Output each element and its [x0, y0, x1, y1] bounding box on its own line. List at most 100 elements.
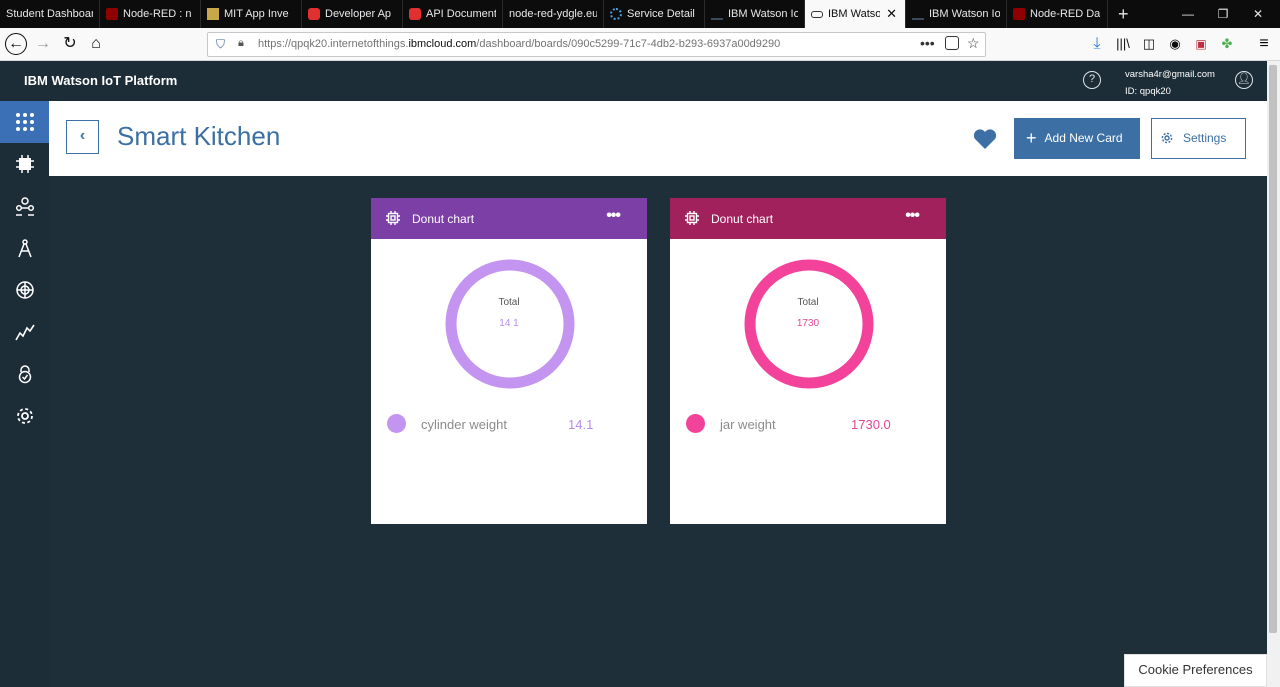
- help-icon[interactable]: ?: [1083, 71, 1101, 89]
- minimize-button[interactable]: —: [1171, 0, 1205, 28]
- page-title: Smart Kitchen: [117, 121, 281, 151]
- settings-label: Settings: [1183, 131, 1227, 145]
- browser-tab[interactable]: Node-RED Da: [1007, 0, 1108, 28]
- device-chip-icon: [685, 211, 699, 225]
- browser-tab[interactable]: Developer Ap: [302, 0, 403, 28]
- donut-card: Donut chart ••• Total 14 1 cylinder weig…: [371, 198, 647, 524]
- tab-label: Student Dashboard: [6, 8, 93, 20]
- tab-label: IBM Watson: [828, 8, 880, 20]
- url-domain: ibmcloud.com: [408, 38, 477, 50]
- bookmark-star-icon[interactable]: ☆: [967, 35, 980, 52]
- device-chip-icon: [386, 211, 400, 225]
- browser-tab[interactable]: API Document: [403, 0, 503, 28]
- browser-tab[interactable]: MIT App Inve: [201, 0, 302, 28]
- cookie-preferences-button[interactable]: Cookie Preferences: [1124, 654, 1267, 687]
- sidebar-item-apps[interactable]: [0, 227, 49, 269]
- loading-icon: [610, 8, 622, 20]
- card-title: Donut chart: [711, 212, 774, 226]
- card-header: Donut chart •••: [670, 198, 946, 239]
- card-title: Donut chart: [412, 212, 475, 226]
- api-icon: [409, 8, 421, 20]
- close-tab-icon[interactable]: ✕: [886, 6, 897, 22]
- apps-grid-icon: [15, 113, 34, 131]
- library-icon[interactable]: |||\: [1112, 34, 1134, 54]
- legend-value: 1730.0: [851, 417, 891, 432]
- add-new-card-label: Add New Card: [1044, 131, 1123, 145]
- url-prefix: https://qpqk20.internetofthings.: [258, 38, 409, 50]
- tab-label: IBM Watson Io: [929, 8, 1000, 20]
- user-avatar-icon[interactable]: 👤︎: [1235, 71, 1253, 89]
- sidebar-item-settings[interactable]: [0, 395, 49, 437]
- url-bar[interactable]: ⛉ 🔒︎ https://qpqk20.internetofthings.ibm…: [207, 32, 986, 57]
- plus-icon: +: [1026, 128, 1037, 148]
- sidebar-item-members[interactable]: [0, 185, 49, 227]
- sidebar-toggle-icon[interactable]: ◫: [1138, 34, 1160, 54]
- donut-total-label: Total: [797, 297, 819, 308]
- pocket-icon[interactable]: [945, 36, 959, 50]
- back-button[interactable]: ‹: [66, 120, 99, 154]
- sidebar: [0, 101, 49, 687]
- browser-tab[interactable]: Student Dashboard: [0, 0, 100, 28]
- downloads-icon[interactable]: ⤓: [1086, 34, 1108, 54]
- settings-gear-icon: [16, 408, 33, 424]
- reload-icon[interactable]: ↻: [59, 34, 81, 54]
- app-header: IBM Watson IoT Platform ? varsha4r@gmail…: [0, 61, 1267, 101]
- tab-label: Node-RED Da: [1030, 8, 1101, 20]
- menu-hamburger-icon[interactable]: ≡: [1253, 34, 1275, 54]
- app-title: IBM Watson IoT Platform: [24, 73, 178, 88]
- legend-swatch: [387, 414, 406, 433]
- sidebar-item-devices[interactable]: [0, 143, 49, 185]
- tab-label: Developer Ap: [325, 8, 392, 20]
- page-actions-icon[interactable]: •••: [920, 35, 935, 51]
- legend-swatch: [686, 414, 705, 433]
- extension-icon[interactable]: ▣: [1190, 34, 1212, 54]
- browser-tab[interactable]: Service Detail: [604, 0, 705, 28]
- extension-frog-icon[interactable]: ✤: [1216, 34, 1238, 54]
- user-id: ID: qpqk20: [1125, 86, 1171, 97]
- members-icon: [15, 197, 34, 216]
- browser-tab[interactable]: Node-RED : n: [100, 0, 201, 28]
- new-tab-button[interactable]: +: [1108, 0, 1139, 28]
- ibm-iot-icon: [811, 10, 823, 18]
- browser-tab-active[interactable]: IBM Watson ✕: [805, 0, 906, 28]
- forward-arrow-icon[interactable]: →: [32, 34, 54, 54]
- legend-value: 14.1: [568, 417, 594, 432]
- developer-icon: [308, 8, 320, 20]
- add-new-card-button[interactable]: + Add New Card: [1014, 118, 1140, 159]
- tab-label: node-red-ydgle.eu: [509, 8, 597, 20]
- account-icon[interactable]: ◉: [1164, 34, 1186, 54]
- card-menu-icon[interactable]: •••: [606, 207, 621, 225]
- user-info[interactable]: varsha4r@gmail.com ID: qpqk20: [1125, 66, 1215, 100]
- scrollbar-thumb[interactable]: [1269, 65, 1277, 633]
- legend-name: jar weight: [720, 417, 776, 432]
- restore-button[interactable]: ❐: [1206, 0, 1240, 28]
- favorite-heart-icon[interactable]: [973, 128, 997, 150]
- tab-label: MIT App Inve: [224, 8, 289, 20]
- home-icon[interactable]: ⌂: [85, 34, 107, 54]
- browser-nav-bar: ← → ↻ ⌂ ⛉ 🔒︎ https://qpqk20.internetofth…: [0, 28, 1280, 61]
- settings-button[interactable]: Settings: [1151, 118, 1246, 159]
- sidebar-item-security[interactable]: [0, 353, 49, 395]
- devices-chip-icon: [15, 155, 34, 173]
- sidebar-item-extensions[interactable]: [0, 269, 49, 311]
- tab-label: IBM Watson Io: [728, 8, 798, 20]
- tab-label: Service Detail: [627, 8, 695, 20]
- card-header: Donut chart •••: [371, 198, 647, 239]
- card-menu-icon[interactable]: •••: [905, 207, 920, 225]
- browser-tab[interactable]: IBM Watson Io: [906, 0, 1007, 28]
- apps-compass-icon: [17, 239, 32, 258]
- browser-tab[interactable]: IBM Watson Io: [705, 0, 805, 28]
- back-arrow-icon[interactable]: ←: [5, 33, 27, 55]
- page-scrollbar[interactable]: [1267, 61, 1280, 687]
- user-email: varsha4r@gmail.com: [1125, 69, 1215, 80]
- sidebar-item-boards[interactable]: [0, 101, 49, 143]
- browser-tab[interactable]: node-red-ydgle.eu: [503, 0, 604, 28]
- sidebar-item-usage[interactable]: [0, 311, 49, 353]
- gear-icon: [1161, 132, 1173, 144]
- page-header: ‹ Smart Kitchen + Add New Card Settings: [49, 101, 1267, 176]
- usage-chart-icon: [14, 324, 35, 341]
- tab-label: API Document: [426, 8, 496, 20]
- donut-total-value: 14 1: [499, 318, 519, 329]
- lock-icon: 🔒︎: [238, 37, 244, 49]
- close-window-button[interactable]: ✕: [1241, 0, 1275, 28]
